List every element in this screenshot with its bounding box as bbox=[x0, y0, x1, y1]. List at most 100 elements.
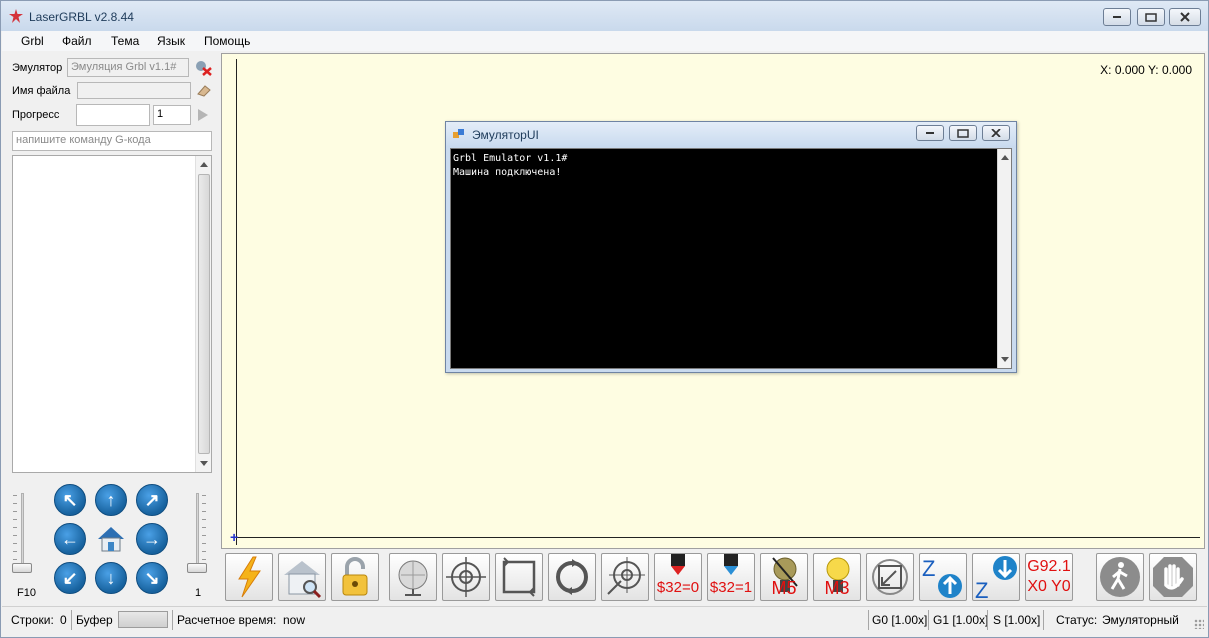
status-label: Статус: bbox=[1056, 613, 1098, 627]
m5-label: M5 bbox=[771, 578, 797, 598]
menu-language[interactable]: Язык bbox=[157, 34, 185, 48]
walk-button[interactable] bbox=[1096, 553, 1144, 601]
eraser-icon[interactable] bbox=[196, 83, 212, 98]
play-icon[interactable] bbox=[197, 108, 209, 122]
scroll-up-icon[interactable] bbox=[1001, 155, 1009, 160]
x-axis-line bbox=[236, 537, 1200, 538]
resize-grip-icon[interactable] bbox=[1194, 619, 1204, 629]
laser-head-icon bbox=[724, 554, 738, 575]
z-up-icon: Z bbox=[922, 556, 962, 598]
copies-stepper[interactable]: 1 bbox=[153, 105, 191, 125]
console-scrollbar[interactable] bbox=[195, 156, 211, 472]
jog-left-button[interactable]: ← bbox=[54, 523, 86, 555]
arrow-up-icon: ↑ bbox=[106, 489, 116, 510]
cycle-button[interactable] bbox=[548, 553, 596, 601]
step-knob[interactable] bbox=[187, 563, 207, 573]
stop-button[interactable] bbox=[1149, 553, 1197, 601]
diagonal-arrow-icon bbox=[872, 559, 908, 595]
restore-icon bbox=[957, 129, 969, 138]
arrow-up-right-icon: ↗ bbox=[144, 489, 160, 510]
g92-label-line1: G92.1 bbox=[1027, 558, 1071, 575]
emulator-minimize-button[interactable] bbox=[916, 125, 944, 141]
close-icon bbox=[991, 129, 1001, 137]
emulator-console[interactable]: Grbl Emulator v1.1# Машина подключена! bbox=[450, 148, 1012, 369]
house-icon bbox=[98, 527, 124, 552]
emulator-title: ЭмуляторUI bbox=[472, 128, 539, 142]
z-down-button[interactable]: Z bbox=[972, 553, 1020, 601]
f10-label: F10 bbox=[17, 587, 36, 599]
g92-label-line2: X0 Y0 bbox=[1027, 578, 1071, 595]
progress-label: Прогресс bbox=[12, 109, 60, 121]
jog-up-left-button[interactable]: ↖ bbox=[54, 484, 86, 516]
laser-mode-off-button[interactable]: $32=0 bbox=[654, 553, 702, 601]
lightning-icon bbox=[238, 556, 261, 598]
eta-label: Расчетное время: bbox=[177, 613, 277, 627]
title-bar: LaserGRBL v2.8.44 bbox=[1, 1, 1208, 31]
f-speed-knob[interactable] bbox=[12, 563, 32, 573]
m5-button[interactable]: M5 bbox=[760, 553, 808, 601]
homing-button[interactable] bbox=[278, 553, 326, 601]
jog-home-button[interactable] bbox=[95, 523, 127, 555]
globe-button[interactable] bbox=[389, 553, 437, 601]
jog-right-button[interactable]: → bbox=[136, 523, 168, 555]
jog-up-right-button[interactable]: ↗ bbox=[136, 484, 168, 516]
left-panel: Эмулятор Эмуляция Grbl v1.1# Имя файла П… bbox=[7, 53, 219, 605]
minimize-icon bbox=[1113, 16, 1121, 18]
m3-button[interactable]: M3 bbox=[813, 553, 861, 601]
buffer-label: Буфер bbox=[76, 613, 113, 627]
menu-grbl[interactable]: Grbl bbox=[21, 34, 44, 48]
f-speed-slider[interactable] bbox=[12, 493, 32, 573]
scroll-thumb[interactable] bbox=[198, 174, 210, 454]
minimize-icon bbox=[926, 132, 934, 134]
restore-button[interactable] bbox=[1137, 8, 1165, 26]
g0-override[interactable]: G0 [1.00x] bbox=[872, 613, 927, 627]
target-move-button[interactable] bbox=[601, 553, 649, 601]
frame-icon bbox=[502, 557, 536, 597]
scroll-up-icon[interactable] bbox=[200, 162, 208, 167]
filename-field[interactable] bbox=[77, 82, 191, 99]
frame-button[interactable] bbox=[495, 553, 543, 601]
resize-button[interactable] bbox=[866, 553, 914, 601]
emulator-field[interactable]: Эмуляция Grbl v1.1# bbox=[67, 58, 189, 77]
jog-up-button[interactable]: ↑ bbox=[95, 484, 127, 516]
console-log[interactable] bbox=[12, 155, 212, 473]
unlock-button[interactable] bbox=[331, 553, 379, 601]
emulator-close-button[interactable] bbox=[982, 125, 1010, 141]
target-arrow-icon bbox=[607, 557, 645, 595]
menu-help[interactable]: Помощь bbox=[204, 34, 250, 48]
scroll-down-icon[interactable] bbox=[1001, 357, 1009, 362]
s-override[interactable]: S [1.00x] bbox=[993, 613, 1040, 627]
status-bar: Строки: 0 Буфер Расчетное время: now G0 … bbox=[2, 606, 1207, 632]
emulator-scrollbar[interactable] bbox=[997, 149, 1011, 368]
center-target-button[interactable] bbox=[442, 553, 490, 601]
disconnect-icon[interactable] bbox=[194, 59, 212, 76]
main-window: LaserGRBL v2.8.44 Grbl Файл Тема Язык По… bbox=[0, 0, 1209, 638]
g92-button[interactable]: G92.1 X0 Y0 bbox=[1025, 553, 1073, 601]
laser-mode-on-button[interactable]: $32=1 bbox=[707, 553, 755, 601]
jog-down-button[interactable]: ↓ bbox=[95, 562, 127, 594]
menu-theme[interactable]: Тема bbox=[111, 34, 139, 48]
close-button[interactable] bbox=[1169, 8, 1201, 26]
arrow-down-right-icon: ↘ bbox=[144, 567, 160, 588]
emulator-title-bar[interactable]: ЭмуляторUI bbox=[446, 122, 1016, 146]
gcode-command-input[interactable]: напишите команду G-кода bbox=[12, 131, 212, 151]
emulator-restore-button[interactable] bbox=[949, 125, 977, 141]
arrow-right-icon: → bbox=[143, 528, 161, 549]
minimize-button[interactable] bbox=[1103, 8, 1131, 26]
cycle-icon bbox=[556, 559, 588, 595]
menu-file[interactable]: Файл bbox=[62, 34, 92, 48]
globe-pin-icon bbox=[398, 560, 428, 596]
connect-button[interactable] bbox=[225, 553, 273, 601]
scroll-down-icon[interactable] bbox=[200, 461, 208, 466]
jog-down-left-button[interactable]: ↙ bbox=[54, 562, 86, 594]
g1-override[interactable]: G1 [1.00x] bbox=[933, 613, 988, 627]
crosshair-icon bbox=[446, 557, 486, 597]
laser-logo-icon bbox=[9, 9, 23, 23]
walking-person-icon bbox=[1100, 557, 1140, 597]
z-up-button[interactable]: Z bbox=[919, 553, 967, 601]
padlock-icon bbox=[342, 557, 368, 596]
y-axis-line bbox=[236, 59, 237, 545]
jog-down-right-button[interactable]: ↘ bbox=[136, 562, 168, 594]
step-slider[interactable] bbox=[187, 493, 207, 573]
restore-icon bbox=[1145, 13, 1157, 22]
